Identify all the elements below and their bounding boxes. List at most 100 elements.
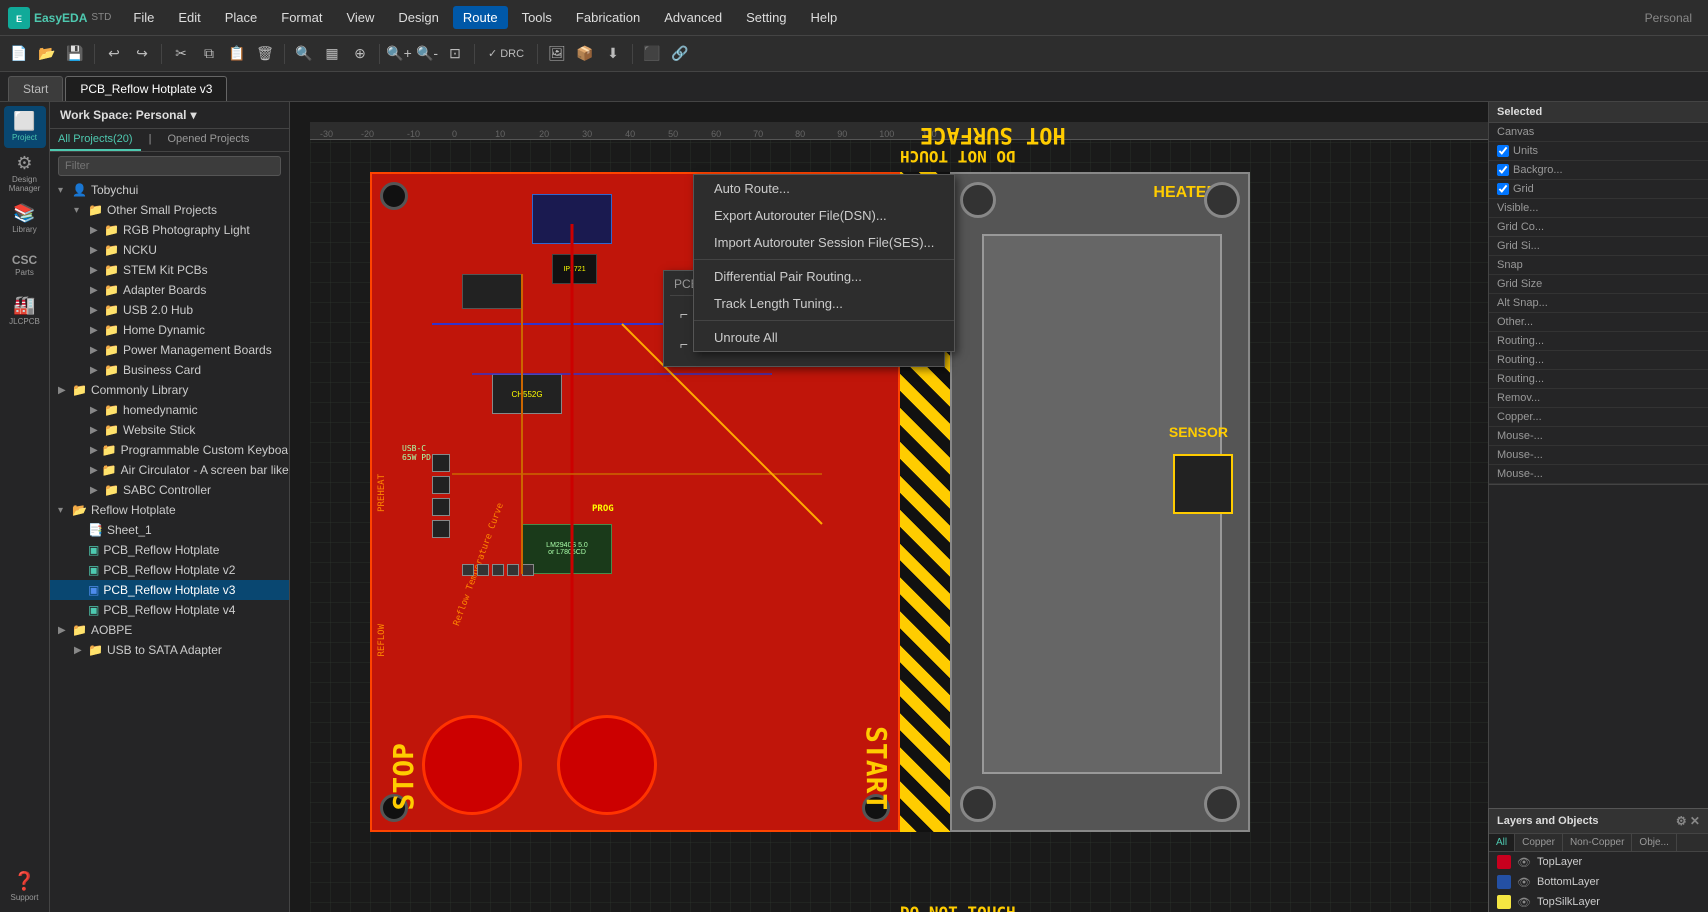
- sidebar-project-btn[interactable]: ⬜ Project: [4, 106, 46, 148]
- layer-eye-bottom[interactable]: 👁: [1517, 876, 1531, 889]
- zoom-out-btn[interactable]: 🔍-: [414, 41, 440, 67]
- ruler-tick: -30: [320, 129, 333, 139]
- tree-item-ncku[interactable]: ▶ 📁 NCKU: [50, 240, 289, 260]
- menu-design[interactable]: Design: [388, 6, 448, 29]
- menu-route[interactable]: Route: [453, 6, 508, 29]
- layer-tab-non-copper[interactable]: Non-Copper: [1563, 834, 1632, 851]
- proj-tab-all[interactable]: All Projects(20): [50, 129, 141, 151]
- ruler-tick: 60: [711, 129, 721, 139]
- canvas-row: Canvas: [1489, 123, 1708, 142]
- tree-item-sheet1[interactable]: 📑 Sheet_1: [50, 520, 289, 540]
- sidebar-library-btn[interactable]: 📚 Library: [4, 198, 46, 240]
- filter-btn[interactable]: ▦: [319, 41, 345, 67]
- units-checkbox[interactable]: [1497, 145, 1509, 157]
- sidebar-csc-btn[interactable]: CSC Parts: [4, 244, 46, 286]
- route-import-ses[interactable]: Import Autorouter Session File(SES)...: [694, 229, 954, 256]
- tree-item-rgb[interactable]: ▶ 📁 RGB Photography Light: [50, 220, 289, 240]
- delete-btn[interactable]: 🗑: [252, 41, 278, 67]
- sidebar-jlcpcb-btn[interactable]: 🏭 JLCPCB: [4, 290, 46, 332]
- redo-btn[interactable]: ↪: [129, 41, 155, 67]
- tree-item-pcb-v2[interactable]: ▣ PCB_Reflow Hotplate v2: [50, 560, 289, 580]
- workspace-selector[interactable]: Work Space: Personal ▾: [60, 108, 279, 122]
- tree-item-usb-sata[interactable]: ▶ 📁 USB to SATA Adapter: [50, 640, 289, 660]
- route-export-dsn[interactable]: Export Autorouter File(DSN)...: [694, 202, 954, 229]
- tree-label-sheet1: Sheet_1: [107, 523, 152, 537]
- menu-advanced[interactable]: Advanced: [654, 6, 732, 29]
- other-row: Other...: [1489, 313, 1708, 332]
- tree-item-pcb-v1[interactable]: ▣ PCB_Reflow Hotplate: [50, 540, 289, 560]
- 3d-view-btn[interactable]: 📦: [572, 41, 598, 67]
- layers-btn[interactable]: ⬛: [639, 41, 665, 67]
- layers-settings-icon[interactable]: ⚙ ✕: [1676, 814, 1700, 828]
- share-btn[interactable]: 🔗: [667, 41, 693, 67]
- menu-place[interactable]: Place: [215, 6, 268, 29]
- zoom-in-btn[interactable]: 🔍+: [386, 41, 412, 67]
- route-auto-route[interactable]: Auto Route...: [694, 175, 954, 202]
- tree-item-home-dynamic[interactable]: ▶ 📁 Home Dynamic: [50, 320, 289, 340]
- tree-item-stem[interactable]: ▶ 📁 STEM Kit PCBs: [50, 260, 289, 280]
- export-img-btn[interactable]: 🖼: [544, 41, 570, 67]
- tree-item-reflow[interactable]: ▾ 📂 Reflow Hotplate: [50, 500, 289, 520]
- save-btn[interactable]: 💾: [62, 41, 88, 67]
- filter-input[interactable]: [58, 156, 281, 176]
- tree-item-bizcard[interactable]: ▶ 📁 Business Card: [50, 360, 289, 380]
- tree-item-power[interactable]: ▶ 📁 Power Management Boards: [50, 340, 289, 360]
- canvas-area[interactable]: -30 -20 -10 0 10 20 30 40 50 60 70 80 90…: [290, 102, 1488, 912]
- background-checkbox[interactable]: [1497, 164, 1509, 176]
- proj-tab-opened-label[interactable]: Opened Projects: [159, 129, 257, 151]
- tree-item-sabc[interactable]: ▶ 📁 SABC Controller: [50, 480, 289, 500]
- tree-item-adapter[interactable]: ▶ 📁 Adapter Boards: [50, 280, 289, 300]
- tab-start[interactable]: Start: [8, 76, 63, 101]
- open-btn[interactable]: 📂: [34, 41, 60, 67]
- tree-item-air[interactable]: ▶ 📁 Air Circulator - A screen bar like: [50, 460, 289, 480]
- menu-format[interactable]: Format: [271, 6, 332, 29]
- tree-item-prog-kb[interactable]: ▶ 📁 Programmable Custom Keyboa...: [50, 440, 289, 460]
- drc-btn[interactable]: ✓ DRC: [481, 41, 531, 67]
- tab-pcb-active[interactable]: PCB_Reflow Hotplate v3: [65, 76, 227, 101]
- menu-tools[interactable]: Tools: [512, 6, 562, 29]
- project-tree: ▾ 👤 Tobychui ▾ 📁 Other Small Projects ▶ …: [50, 180, 289, 912]
- menu-setting[interactable]: Setting: [736, 6, 796, 29]
- zoom-fit-btn[interactable]: ⊡: [442, 41, 468, 67]
- menu-view[interactable]: View: [336, 6, 384, 29]
- proj-tab-opened[interactable]: |: [141, 129, 160, 151]
- undo-btn[interactable]: ↩: [101, 41, 127, 67]
- layer-row-bottom[interactable]: 👁 BottomLayer: [1489, 872, 1708, 892]
- copy-btn[interactable]: ⧉: [196, 41, 222, 67]
- layer-row-topsilk[interactable]: 👁 TopSilkLayer: [1489, 892, 1708, 912]
- tree-item-usb-hub[interactable]: ▶ 📁 USB 2.0 Hub: [50, 300, 289, 320]
- tree-item-homedynamic[interactable]: ▶ 📁 homedynamic: [50, 400, 289, 420]
- route-diff-pair[interactable]: Differential Pair Routing...: [694, 263, 954, 290]
- route-unroute-all[interactable]: Unroute All: [694, 324, 954, 351]
- layer-eye-topsilk[interactable]: 👁: [1517, 896, 1531, 909]
- layer-row-top[interactable]: 👁 TopLayer: [1489, 852, 1708, 872]
- search-btn[interactable]: 🔍: [291, 41, 317, 67]
- grid-size-label: Grid Si...: [1497, 240, 1557, 252]
- menu-help[interactable]: Help: [801, 6, 848, 29]
- paste-btn[interactable]: 📋: [224, 41, 250, 67]
- route-track-length[interactable]: Track Length Tuning...: [694, 290, 954, 317]
- layer-tab-objects[interactable]: Obje...: [1632, 834, 1676, 851]
- layer-eye-top[interactable]: 👁: [1517, 856, 1531, 869]
- snap-btn[interactable]: ⊕: [347, 41, 373, 67]
- grid-checkbox[interactable]: [1497, 183, 1509, 195]
- menu-file[interactable]: File: [123, 6, 164, 29]
- tree-label-pcb-v3: PCB_Reflow Hotplate v3: [103, 583, 235, 597]
- tree-item-website[interactable]: ▶ 📁 Website Stick: [50, 420, 289, 440]
- tree-item-other-small[interactable]: ▾ 📁 Other Small Projects: [50, 200, 289, 220]
- tree-item-pcb-v4[interactable]: ▣ PCB_Reflow Hotplate v4: [50, 600, 289, 620]
- layer-tab-copper[interactable]: Copper: [1515, 834, 1563, 851]
- menu-edit[interactable]: Edit: [168, 6, 210, 29]
- tree-item-pcb-v3[interactable]: ▣ PCB_Reflow Hotplate v3: [50, 580, 289, 600]
- sidebar-design-manager-btn[interactable]: ⚙ DesignManager: [4, 152, 46, 194]
- menu-fabrication[interactable]: Fabrication: [566, 6, 650, 29]
- tree-user[interactable]: ▾ 👤 Tobychui: [50, 180, 289, 200]
- sidebar-support-btn[interactable]: ❓ Support: [4, 866, 46, 908]
- cut-btn[interactable]: ✂: [168, 41, 194, 67]
- tree-label-sabc: SABC Controller: [123, 483, 211, 497]
- layer-tab-all[interactable]: All: [1489, 834, 1515, 851]
- new-btn[interactable]: 📄: [6, 41, 32, 67]
- gerber-btn[interactable]: ⬇: [600, 41, 626, 67]
- tree-item-aobpe[interactable]: ▶ 📁 AOBPE: [50, 620, 289, 640]
- tree-item-commonly-lib[interactable]: ▶ 📁 Commonly Library: [50, 380, 289, 400]
